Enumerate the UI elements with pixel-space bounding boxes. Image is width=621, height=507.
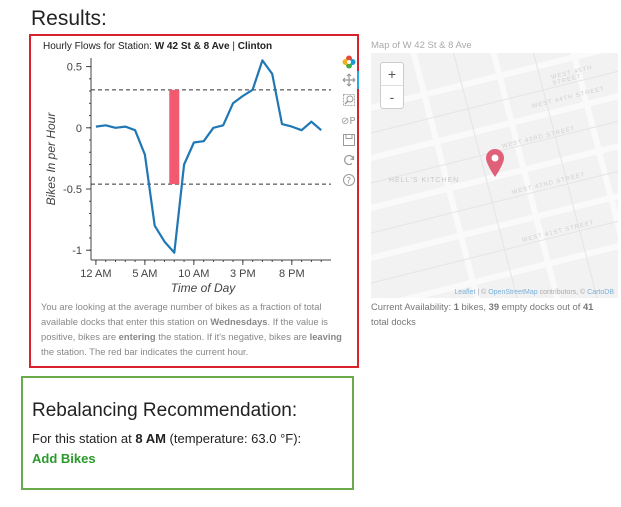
y-tick-label: 0.5 [67, 62, 82, 74]
station-map[interactable]: + - HELL'S KITCHEN WEST 44TH STREET WEST… [371, 53, 618, 298]
y-axis-label: Bikes In per Hour [44, 112, 58, 206]
y-tick-label: -0.5 [63, 184, 82, 196]
save-icon[interactable] [341, 133, 357, 149]
map-label: Map of W 42 St & 8 Ave [371, 40, 472, 51]
pan-icon[interactable] [341, 73, 357, 89]
map-attribution: Leaflet | © OpenStreetMap contributors, … [454, 289, 614, 296]
zoom-out-button[interactable]: - [381, 85, 403, 108]
help-icon[interactable]: ? [341, 173, 357, 189]
y-tick-label: 0 [76, 123, 82, 135]
y-tick-label: -1 [72, 245, 82, 257]
x-tick-label: 8 PM [279, 268, 305, 280]
zoom-icon[interactable] [341, 93, 357, 109]
x-tick-label: 3 PM [230, 268, 256, 280]
leaflet-link[interactable]: Leaflet [454, 289, 475, 296]
carto-link[interactable]: CartoDB [587, 289, 614, 296]
current-hour-bar [169, 89, 180, 185]
neighborhood-label: HELL'S KITCHEN [389, 177, 460, 184]
current-availability: Current Availability: 1 bikes, 39 empty … [371, 301, 594, 327]
chart-caption: You are looking at the average number of… [41, 301, 342, 357]
x-tick-label: 5 AM [132, 268, 157, 280]
active-tool-indicator [357, 71, 359, 89]
map-zoom-control: + - [380, 62, 404, 109]
x-tick-label: 10 AM [178, 268, 209, 280]
svg-text:⊘P: ⊘P [341, 116, 355, 127]
svg-text:?: ? [346, 177, 351, 187]
results-heading: Results: [31, 7, 107, 30]
flow-series-line [95, 59, 322, 254]
hourly-flows-panel: Hourly Flows for Station: W 42 St & 8 Av… [29, 34, 359, 368]
refresh-icon[interactable] [341, 153, 357, 169]
hourly-flows-chart[interactable]: 0.5 0 -0.5 -1 12 AM 5 AM 10 AM 3 PM 8 PM Time of … [31, 36, 357, 298]
rebalancing-title: Rebalancing Recommendation: [32, 400, 298, 421]
rebalancing-text: For this station at 8 AM (temperature: 6… [32, 431, 302, 446]
rebalancing-action: Add Bikes [32, 451, 96, 466]
reset-icon[interactable]: ⊘P [341, 113, 357, 129]
bokeh-logo-icon[interactable] [341, 55, 357, 71]
map-marker-icon[interactable] [484, 148, 506, 183]
x-tick-label: 12 AM [80, 268, 111, 280]
osm-link[interactable]: OpenStreetMap [488, 289, 537, 296]
rebalancing-panel: Rebalancing Recommendation: For this sta… [21, 376, 354, 490]
zoom-in-button[interactable]: + [381, 63, 403, 85]
x-axis-label: Time of Day [171, 281, 237, 295]
